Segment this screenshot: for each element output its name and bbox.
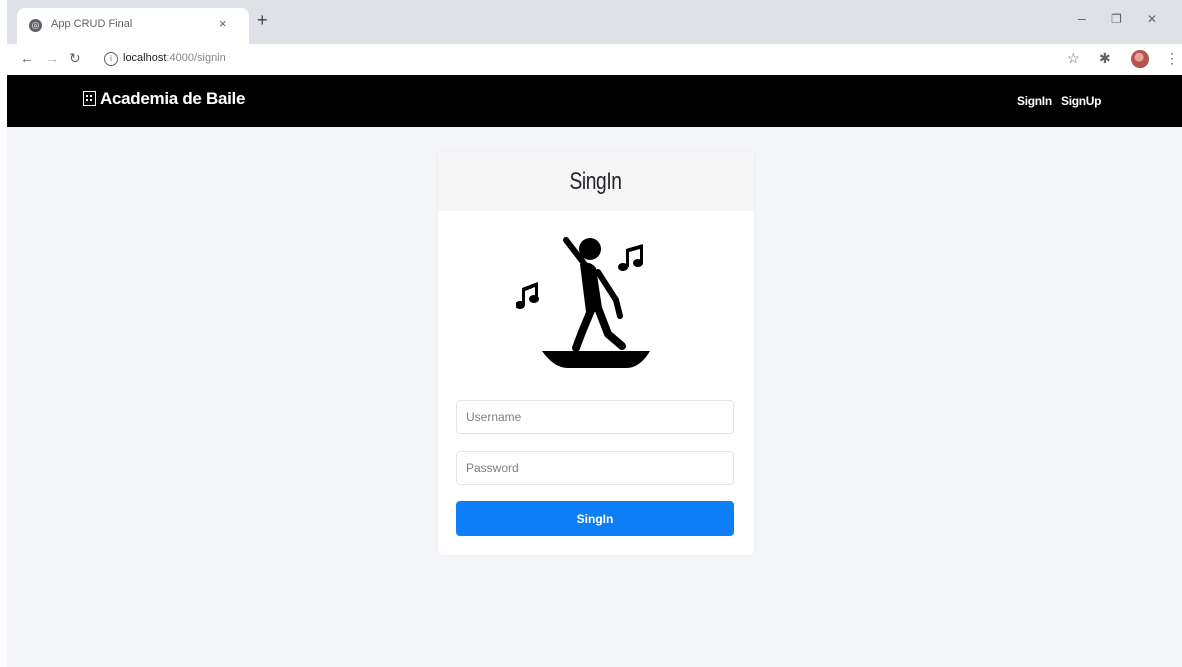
- extensions-puzzle-icon[interactable]: ✱: [1099, 50, 1111, 67]
- forward-arrow-icon[interactable]: →: [45, 50, 59, 66]
- password-input[interactable]: [456, 451, 734, 485]
- card-title: SingIn: [569, 168, 623, 195]
- reload-icon[interactable]: ↻: [69, 50, 81, 67]
- url-path: :4000/signin: [166, 52, 226, 64]
- nav-signin-link[interactable]: SignIn: [1017, 94, 1052, 108]
- signin-card: SingIn Username SingIn: [438, 151, 754, 555]
- signin-button[interactable]: SingIn: [456, 501, 734, 536]
- restore-icon[interactable]: ❐: [1111, 12, 1122, 26]
- brand-link[interactable]: Academia de Baile: [83, 89, 245, 109]
- url-host: localhost: [123, 52, 167, 64]
- brand-name: Academia de Baile: [100, 89, 246, 108]
- nav-signup-link[interactable]: SignUp: [1061, 94, 1102, 108]
- browser-tab-strip: ◎ App CRUD Final × + – ❐ ✕: [7, 0, 1182, 44]
- tab-title: App CRUD Final: [51, 18, 133, 30]
- profile-avatar[interactable]: [1131, 50, 1149, 68]
- bookmark-star-icon[interactable]: ☆: [1067, 50, 1080, 67]
- username-input[interactable]: [456, 400, 734, 434]
- back-arrow-icon[interactable]: ←: [20, 50, 34, 66]
- browser-toolbar: ← → ↻ i localhost:4000/signin ☆ ✱ ⋮: [7, 44, 1182, 76]
- window-close-icon[interactable]: ✕: [1147, 12, 1157, 26]
- tab-close-icon[interactable]: ×: [219, 16, 227, 31]
- more-menu-icon[interactable]: ⋮: [1165, 50, 1179, 67]
- globe-icon: ◎: [29, 19, 42, 32]
- info-icon[interactable]: i: [104, 52, 118, 66]
- window-frame: [0, 0, 7, 667]
- dancer-icon: [516, 237, 650, 368]
- new-tab-button[interactable]: +: [257, 11, 268, 29]
- minimize-icon[interactable]: –: [1078, 10, 1086, 26]
- address-bar[interactable]: localhost:4000/signin: [123, 52, 226, 64]
- page-body: SingIn Username SingIn: [7, 127, 1182, 667]
- building-icon: [83, 91, 96, 106]
- app-navbar: Academia de Baile SignIn SignUp: [7, 75, 1182, 127]
- card-header: SingIn: [438, 151, 754, 211]
- browser-tab[interactable]: ◎ App CRUD Final ×: [17, 8, 249, 44]
